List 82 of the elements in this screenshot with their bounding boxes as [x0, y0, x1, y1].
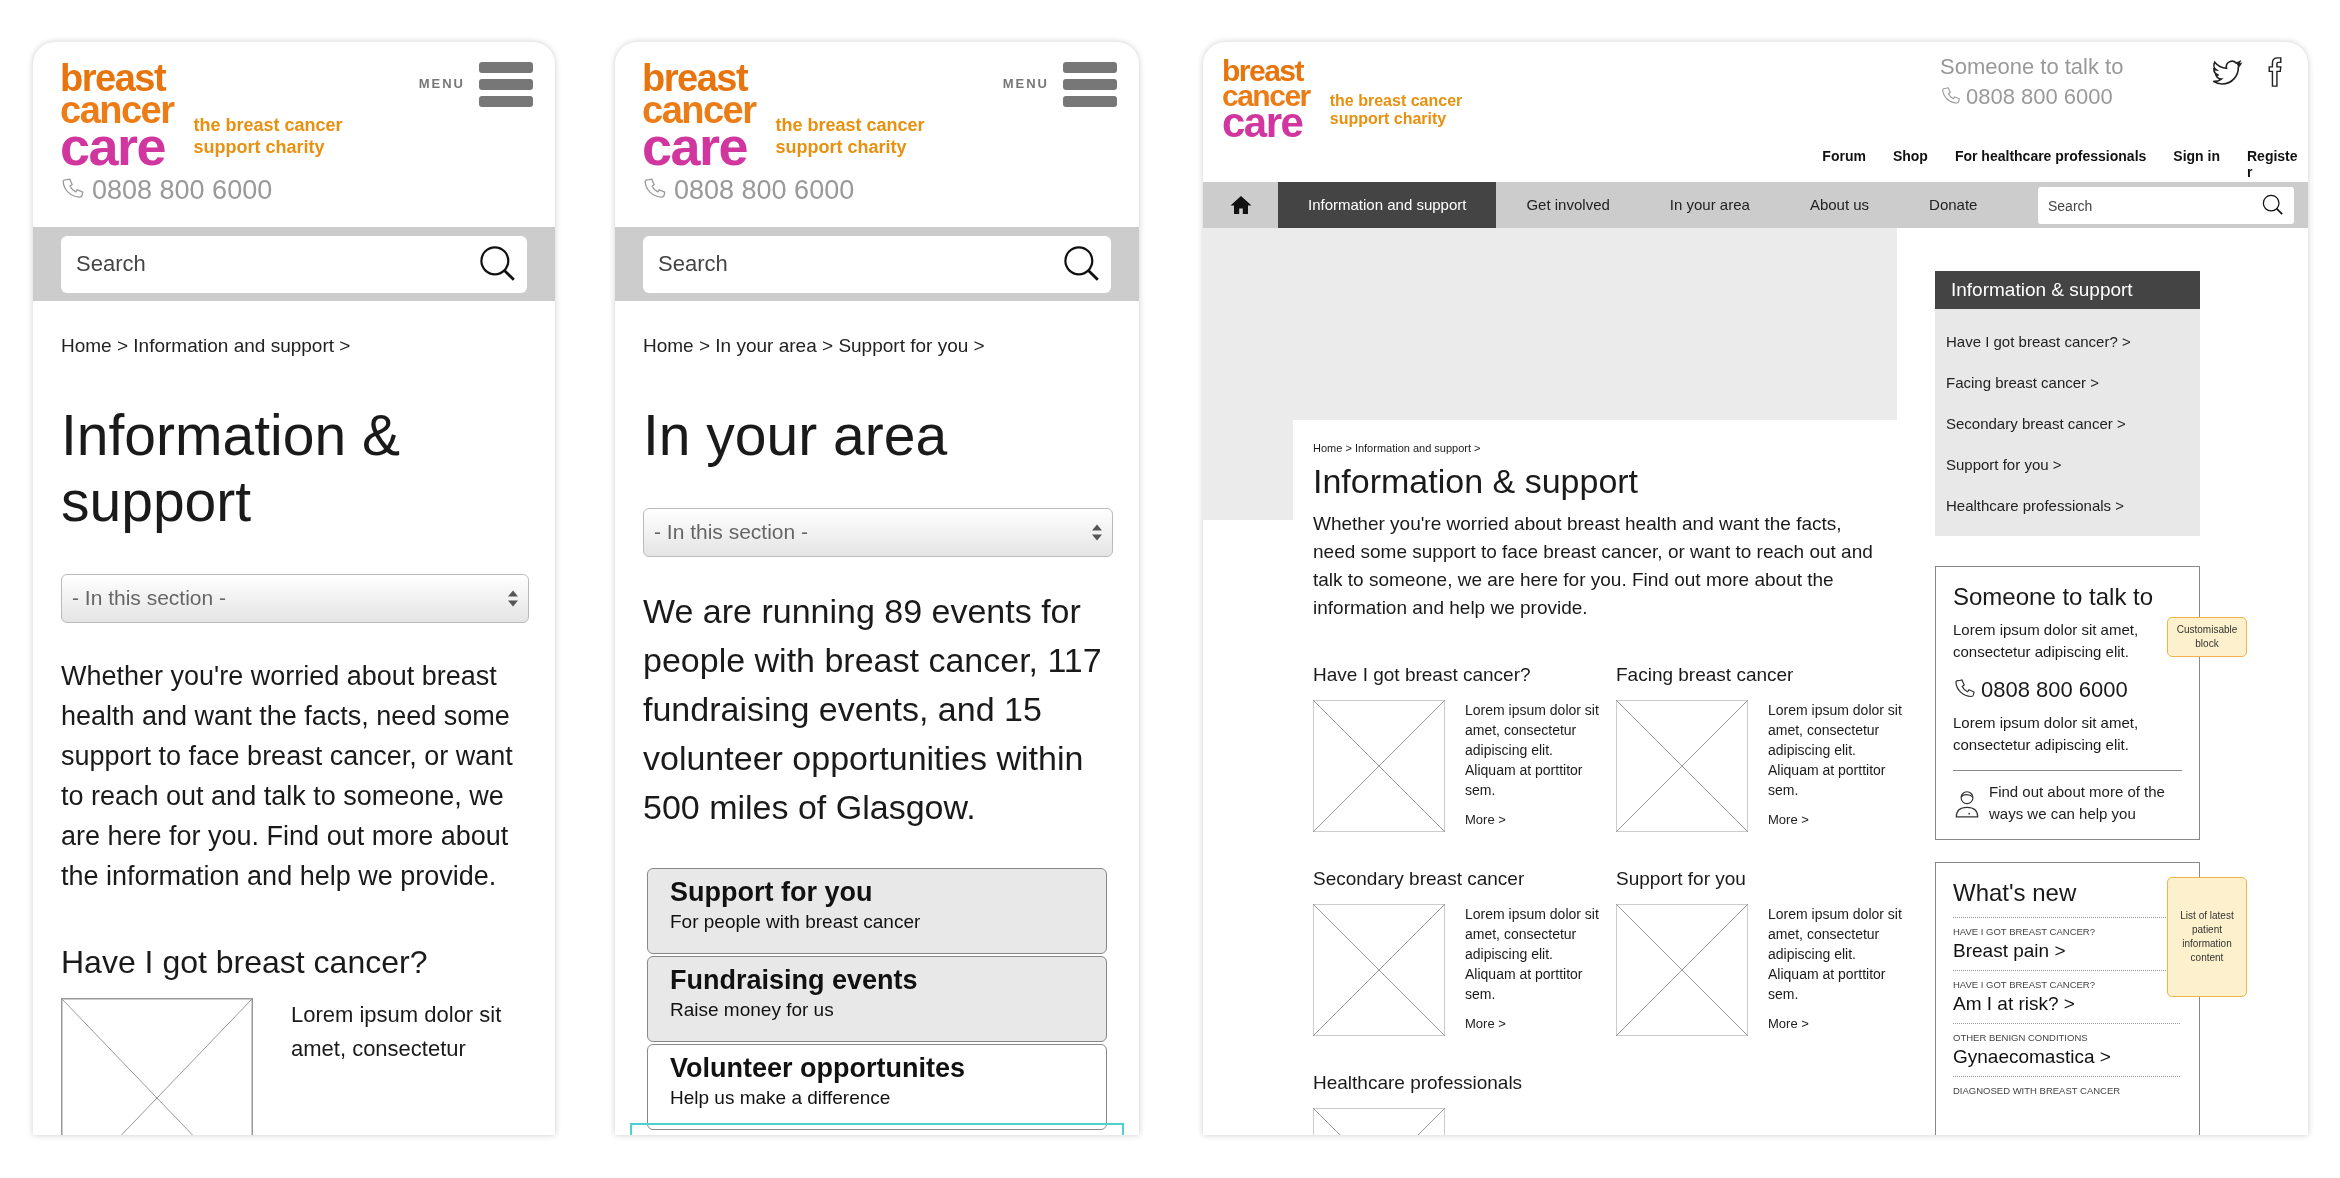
- logo[interactable]: breast cancer care: [642, 62, 756, 166]
- section-select[interactable]: - In this section -: [61, 573, 529, 623]
- page-title: Information & support: [61, 401, 401, 534]
- intro-text: We are running 89 events for people with breast cancer, 117 fundraising events, and 15 volunteer opportunities within 500 miles of Glasgow.: [643, 590, 1103, 828]
- topic-heading: Facing breast cancer: [1616, 663, 1795, 687]
- page-title: Information & support: [1313, 461, 1640, 502]
- search-icon[interactable]: [2262, 194, 2284, 216]
- tagline: the breast cancer support charity: [775, 114, 925, 158]
- logo[interactable]: breast cancer care: [60, 62, 174, 166]
- sidebar-link[interactable]: Secondary breast cancer >: [1946, 403, 2189, 444]
- breadcrumb[interactable]: Home > In your area > Support for you >: [643, 333, 1113, 358]
- link-card[interactable]: Fundraising events Raise money for us: [647, 955, 1107, 1042]
- sidebar-link[interactable]: Support for you >: [1946, 444, 2189, 485]
- more-link[interactable]: More >: [1465, 810, 1506, 830]
- facebook-icon[interactable]: [2266, 56, 2284, 88]
- topic-heading: Support for you: [1616, 867, 1747, 891]
- topic-text: Lorem ipsum dolor sit amet, consectetur adipiscing elit. Aliquam at porttitor sem.: [1768, 905, 1902, 1004]
- tagline: the breast cancer support charity: [193, 114, 343, 158]
- search-field[interactable]: Search: [643, 235, 1111, 293]
- more-link[interactable]: More >: [1768, 810, 1809, 830]
- nav-tab[interactable]: Donate: [1899, 182, 2008, 228]
- sticky-note: List of latest patient information content: [2167, 877, 2247, 997]
- intro-text: Whether you're worried about breast health and want the facts, need some support to face breast cancer, or want to reach out and talk to someone, we are here for you. Find out more about the information and help we provide.: [1313, 512, 1874, 620]
- select-arrows-icon: [508, 589, 518, 607]
- news-link[interactable]: Gynaecomastica >: [1953, 1046, 2111, 1067]
- section-text: Lorem ipsum dolor sit amet, consectetur: [291, 1000, 503, 1063]
- phone-number[interactable]: 0808 800 6000: [1981, 673, 2128, 706]
- sidebar-heading: Information & support: [1935, 271, 2200, 309]
- utility-link[interactable]: Forum: [1822, 148, 1866, 180]
- topic-heading: Secondary breast cancer: [1313, 867, 1526, 891]
- contact-heading: Someone to talk to: [1940, 53, 2125, 81]
- news-link[interactable]: Am I at risk? >: [1953, 993, 2075, 1014]
- breadcrumb[interactable]: Home > Information and support >: [61, 333, 529, 358]
- utility-link[interactable]: Sign in: [2173, 148, 2220, 180]
- link-card[interactable]: Volunteer opportunites Help us make a difference: [647, 1043, 1107, 1130]
- sidebar-link[interactable]: Healthcare professionals >: [1946, 485, 2189, 526]
- search-field[interactable]: Search: [2038, 187, 2294, 224]
- nav-tab[interactable]: Information and support: [1278, 182, 1497, 228]
- menu-icon[interactable]: [479, 62, 533, 108]
- search-field[interactable]: Search: [61, 235, 527, 293]
- search-icon[interactable]: [1063, 244, 1101, 283]
- topic-text: Lorem ipsum dolor sit amet, consectetur adipiscing elit. Aliquam at porttitor sem.: [1465, 701, 1599, 800]
- sticky-note: Customisable block: [2167, 617, 2247, 657]
- box-title: Someone to talk to: [1953, 582, 2155, 612]
- topic-text: Lorem ipsum dolor sit amet, consectetur adipiscing elit. Aliquam at porttitor sem.: [1768, 701, 1902, 800]
- more-link[interactable]: More >: [1465, 1014, 1506, 1034]
- menu-label[interactable]: MENU: [418, 74, 465, 94]
- help-link[interactable]: Find out about more of the ways we can help you: [1989, 781, 2182, 825]
- news-category: HAVE I GOT BREAST CANCER?: [1953, 925, 2096, 938]
- more-link[interactable]: More >: [1768, 1014, 1809, 1034]
- topic-heading: Healthcare professionals: [1313, 1071, 1524, 1095]
- box-text: Lorem ipsum dolor sit amet, consectetur adipiscing elit.: [1953, 620, 2140, 662]
- news-category: OTHER BENIGN CONDITIONS: [1953, 1031, 2089, 1044]
- link-card[interactable]: Support for you For people with breast cancer: [647, 867, 1107, 954]
- topic-text: Lorem ipsum dolor sit amet, consectetur adipiscing elit. Aliquam at porttitor sem.: [1465, 905, 1599, 1004]
- nav-tab[interactable]: Get involved: [1496, 182, 1640, 228]
- box-title: What's new: [1953, 878, 2078, 908]
- breadcrumb[interactable]: Home > Information and support >: [1313, 440, 1880, 456]
- box-text: Lorem ipsum dolor sit amet, consectetur adipiscing elit.: [1953, 713, 2140, 755]
- utility-link[interactable]: Shop: [1892, 148, 1928, 180]
- person-icon: [1953, 788, 1981, 818]
- sidebar-link[interactable]: Have I got breast cancer? >: [1946, 321, 2189, 362]
- utility-link[interactable]: For healthcare professionals: [1954, 148, 2147, 180]
- news-category: HAVE I GOT BREAST CANCER?: [1953, 978, 2096, 991]
- menu-label[interactable]: MENU: [1002, 74, 1049, 94]
- select-arrows-icon: [1092, 523, 1102, 541]
- search-icon[interactable]: [479, 244, 517, 283]
- utility-link[interactable]: Register: [2247, 148, 2300, 180]
- logo[interactable]: breast cancer care: [1222, 58, 1310, 142]
- news-link[interactable]: Breast pain >: [1953, 940, 2066, 961]
- tagline: the breast cancer support charity: [1329, 92, 1463, 128]
- intro-text: Whether you're worried about breast health and want the facts, need some support to face breast cancer, or want to reach out and talk to someone, we are here for you. Find out more about the information and help we provide.: [61, 659, 514, 893]
- topic-heading: Have I got breast cancer?: [1313, 663, 1532, 687]
- section-select[interactable]: - In this section -: [643, 507, 1113, 557]
- menu-icon[interactable]: [1063, 62, 1117, 108]
- news-category: DIAGNOSED WITH BREAST CANCER: [1953, 1084, 2122, 1097]
- home-icon: [1228, 193, 1253, 217]
- nav-tab[interactable]: In your area: [1639, 182, 1780, 228]
- section-heading: Have I got breast cancer?: [61, 942, 429, 982]
- sidebar-link[interactable]: Facing breast cancer >: [1946, 362, 2189, 403]
- nav-tab[interactable]: About us: [1779, 182, 1900, 228]
- page-title: In your area: [643, 401, 949, 468]
